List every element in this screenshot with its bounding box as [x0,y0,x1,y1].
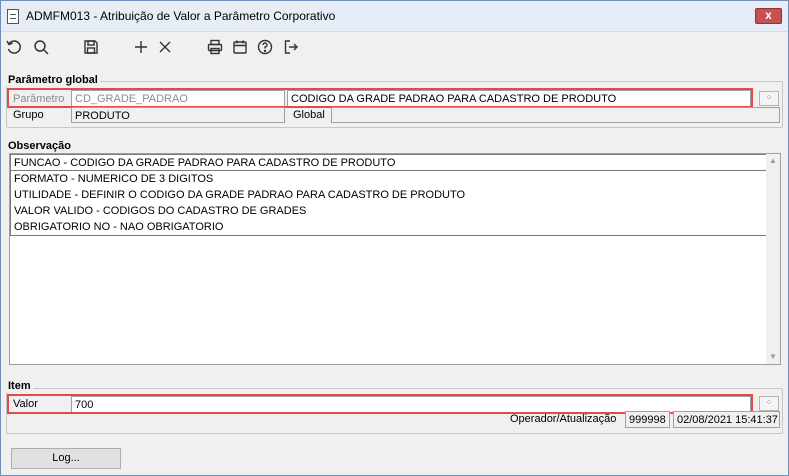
global-label: Global [293,109,325,121]
observacao-line: FORMATO - NUMERICO DE 3 DIGITOS [10,171,767,188]
observacao-line: UTILIDADE - DEFINIR O CODIGO DA GRADE PA… [10,187,767,204]
window-title: ADMFM013 - Atribuição de Valor a Parâmet… [26,9,336,23]
valor-lookup-button[interactable]: ⁘ [759,396,779,411]
close-button[interactable]: x [755,8,782,24]
scroll-up-icon[interactable]: ▲ [768,156,778,166]
search-icon[interactable] [30,36,52,58]
save-icon[interactable] [80,36,102,58]
observacao-line: VALOR VALIDO - CODIGOS DO CADASTRO DE GR… [10,203,767,220]
calendar-icon[interactable] [229,36,251,58]
observacao-scrollbar[interactable]: ▲ ▼ [766,154,780,364]
parametro-code-field[interactable]: CD_GRADE_PADRAO [71,90,285,107]
title-bar: ADMFM013 - Atribuição de Valor a Parâmet… [1,1,788,32]
print-icon[interactable] [204,36,226,58]
operador-label: Operador/Atualização [510,413,617,425]
global-field [331,107,780,123]
parametro-lookup-button[interactable]: ⁘ [759,91,779,106]
parametro-description-field[interactable]: CODIGO DA GRADE PADRAO PARA CADASTRO DE … [287,90,751,107]
observacao-line: FUNCAO - CODIGO DA GRADE PADRAO PARA CAD… [10,154,767,171]
scroll-down-icon[interactable]: ▼ [768,352,778,362]
operador-field: 999998 [625,411,670,428]
parametro-global-title: Parâmetro global [6,74,100,86]
valor-label: Valor [13,398,38,410]
main-window: ADMFM013 - Atribuição de Valor a Parâmet… [0,0,789,476]
grupo-label: Grupo [13,109,44,121]
help-icon[interactable] [254,36,276,58]
add-icon[interactable] [130,36,152,58]
undo-icon[interactable] [3,36,25,58]
delete-icon[interactable] [154,36,176,58]
item-title: Item [6,380,33,392]
observacao-line: OBRIGATORIO NO - NAO OBRIGATORIO [10,219,767,236]
log-button[interactable]: Log... [11,448,121,469]
observacao-text-area[interactable]: FUNCAO - CODIGO DA GRADE PADRAO PARA CAD… [9,153,781,365]
parametro-label: Parâmetro [13,93,65,105]
grupo-field: PRODUTO [71,107,285,123]
data-atualizacao-field: 02/08/2021 15:41:37 [673,411,780,428]
observacao-title: Observação [6,140,73,152]
document-icon [7,9,19,24]
exit-icon[interactable] [280,36,302,58]
toolbar [1,33,788,61]
